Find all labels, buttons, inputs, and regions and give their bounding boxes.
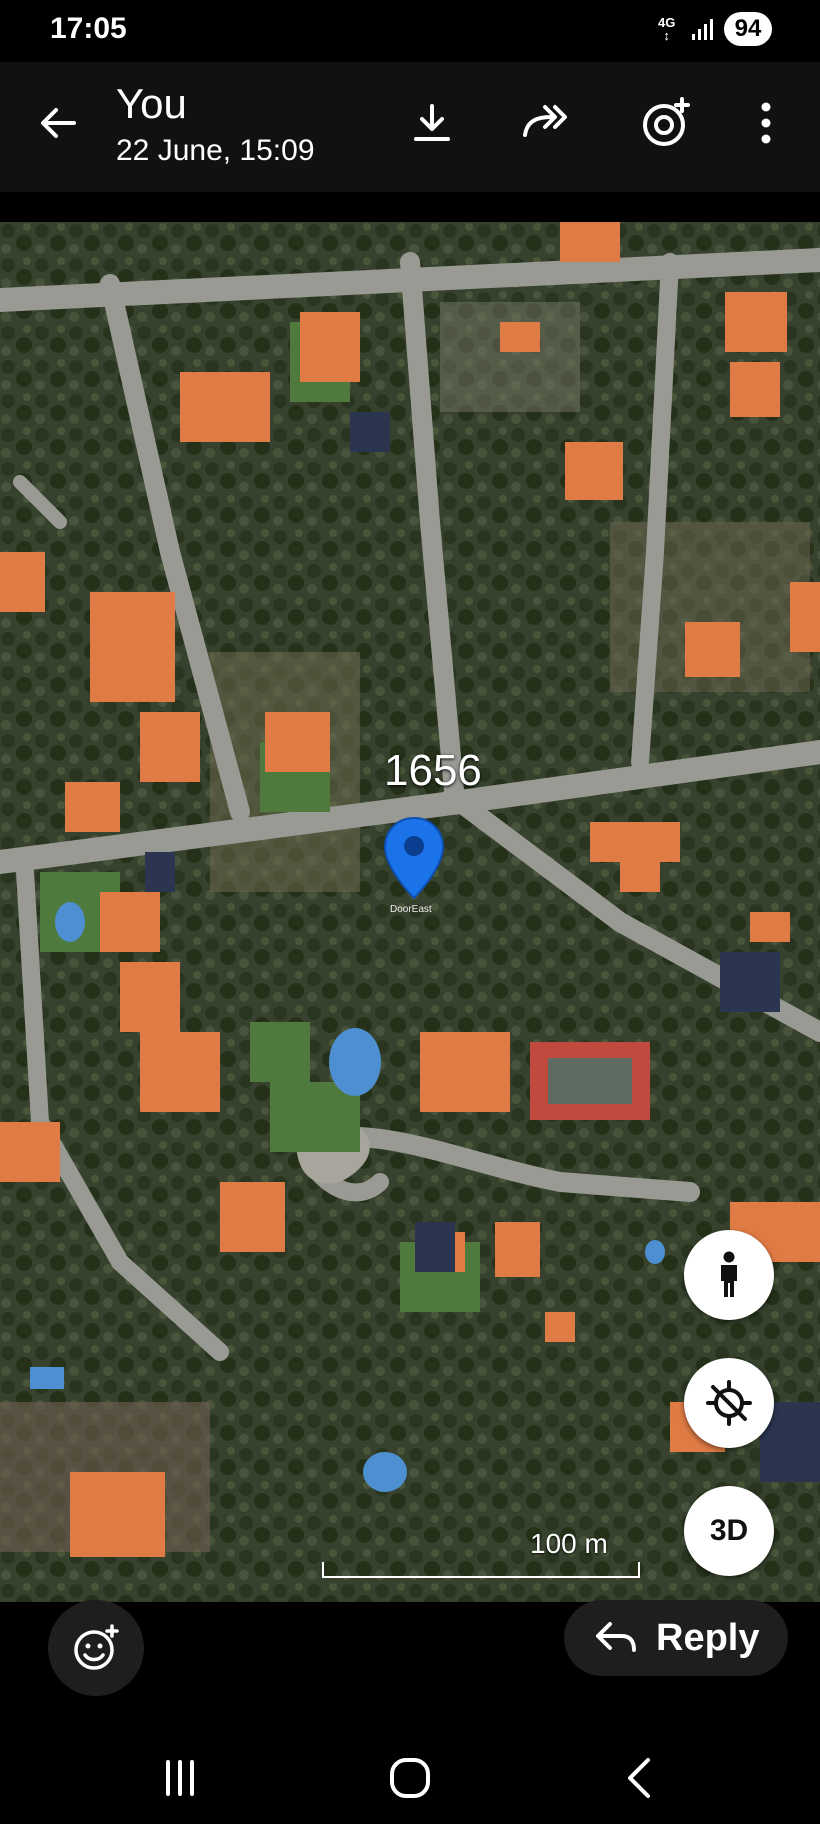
download-button[interactable]	[402, 93, 462, 153]
signal-icon	[692, 19, 713, 40]
forward-icon	[523, 105, 567, 137]
data-arrows-icon: ↕	[663, 28, 670, 43]
lens-icon	[643, 97, 690, 146]
sender-name: You	[116, 80, 187, 127]
recents-icon	[166, 1760, 194, 1796]
3d-toggle-button[interactable]: 3D	[684, 1486, 774, 1576]
home-button[interactable]	[380, 1748, 440, 1808]
pin-sublabel: DoorEast	[390, 904, 432, 915]
app-header: You 22 June, 15:09	[0, 62, 820, 192]
lens-button[interactable]	[636, 93, 696, 153]
message-date: 22 June, 15:09	[116, 134, 315, 167]
system-back-button[interactable]	[610, 1748, 670, 1808]
scale-bar	[322, 1562, 640, 1578]
recent-apps-button[interactable]	[150, 1748, 210, 1808]
satellite-map[interactable]: 1656 DoorEast 100 m 3D	[0, 222, 820, 1602]
forward-button[interactable]	[518, 93, 578, 153]
back-button[interactable]	[28, 93, 88, 153]
scale-label: 100 m	[530, 1528, 608, 1559]
pin-label: 1656	[384, 746, 482, 795]
reply-label: Reply	[656, 1616, 760, 1659]
location-button[interactable]	[684, 1358, 774, 1448]
location-off-icon	[706, 1380, 752, 1426]
location-pin-icon[interactable]	[382, 816, 446, 902]
reply-button[interactable]: Reply	[564, 1600, 788, 1676]
status-time: 17:05	[50, 12, 127, 45]
add-emoji-icon	[74, 1624, 119, 1670]
more-options-button[interactable]	[736, 93, 796, 153]
person-icon	[721, 1251, 737, 1297]
battery-badge: 94	[724, 12, 772, 46]
home-icon	[390, 1758, 430, 1798]
system-nav-bar	[0, 1720, 820, 1824]
download-icon	[414, 104, 450, 141]
reaction-button[interactable]	[48, 1600, 144, 1696]
chevron-left-icon	[628, 1758, 650, 1798]
network-indicator: 4G ↕	[658, 16, 675, 42]
more-icon	[761, 102, 771, 144]
street-view-button[interactable]	[684, 1230, 774, 1320]
reply-arrow-icon	[596, 1622, 636, 1652]
status-bar: 17:05 4G ↕ 94	[0, 0, 820, 62]
back-arrow-icon	[41, 108, 76, 138]
